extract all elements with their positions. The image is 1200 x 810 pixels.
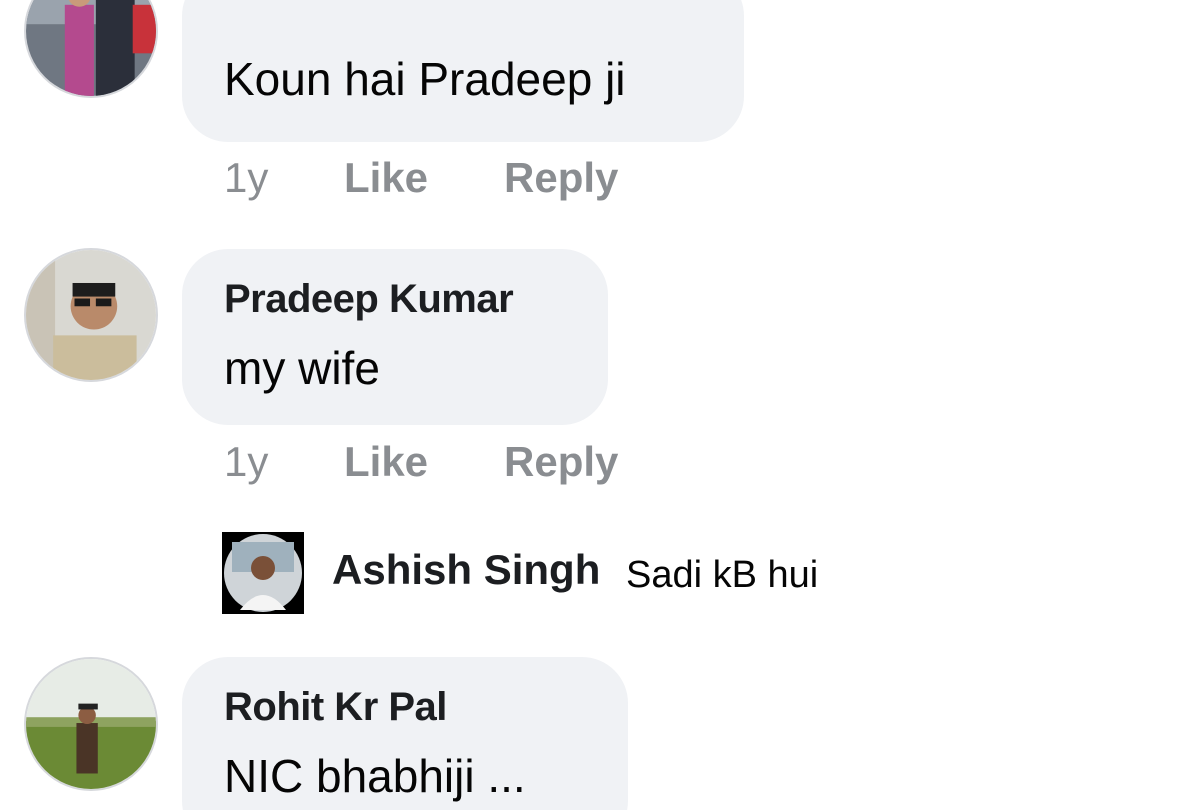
comment-text: Koun hai Pradeep ji — [224, 53, 626, 105]
comment-bubble: Rohit Kr Pal NIC bhabhiji ... — [182, 657, 628, 810]
avatar-ravi-verma[interactable] — [24, 0, 158, 98]
reply-avatar-ashish-singh[interactable] — [222, 532, 304, 614]
comment-author[interactable]: Ravi Verma — [224, 0, 435, 9]
avatar-pradeep-kumar[interactable] — [24, 248, 158, 382]
comment-time[interactable]: 1y — [224, 154, 268, 202]
comment-author[interactable]: Rohit Kr Pal — [224, 685, 447, 730]
avatar-photo — [26, 250, 156, 380]
reply-author[interactable]: Ashish Singh — [332, 546, 600, 594]
comment-bubble: Pradeep Kumar my wife — [182, 249, 608, 425]
like-button[interactable]: Like — [344, 154, 428, 202]
comment-text: NIC bhabhiji ... — [224, 750, 526, 802]
like-button[interactable]: Like — [344, 438, 428, 486]
reply-button[interactable]: Reply — [504, 154, 618, 202]
avatar-rohit-kr-pal[interactable] — [24, 657, 158, 791]
comment-text: my wife — [224, 342, 380, 394]
comment-time[interactable]: 1y — [224, 438, 268, 486]
avatar-photo — [26, 659, 156, 789]
comment-author[interactable]: Pradeep Kumar — [224, 277, 514, 322]
avatar-photo — [26, 0, 156, 96]
reply-button[interactable]: Reply — [504, 438, 618, 486]
avatar-photo — [222, 532, 304, 614]
comment-bubble: Ravi Verma Koun hai Pradeep ji — [182, 0, 744, 142]
comment-thread: Ravi Verma Koun hai Pradeep ji 1y Like R… — [0, 0, 1200, 810]
reply-text[interactable]: Sadi kB hui — [626, 554, 818, 597]
